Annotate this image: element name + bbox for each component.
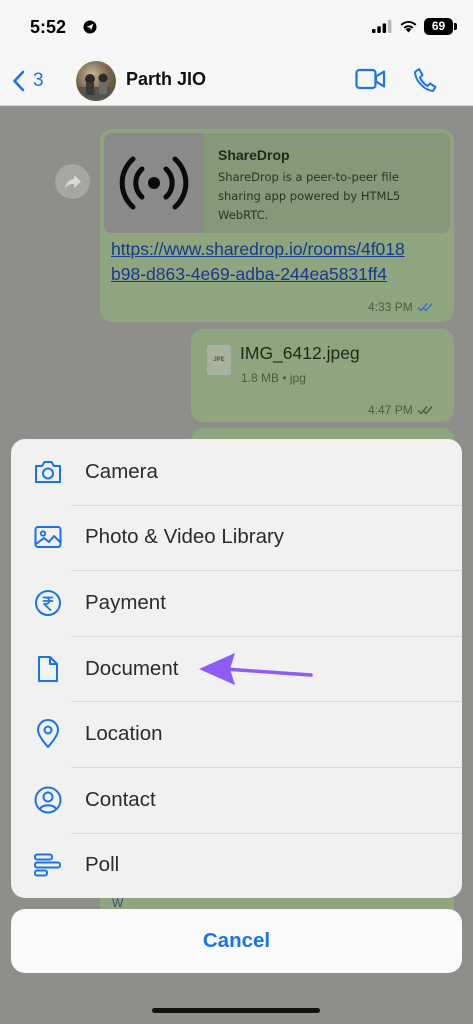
back-button[interactable]: 3 xyxy=(12,66,44,96)
status-time: 5:52 xyxy=(30,17,67,37)
video-call-icon[interactable] xyxy=(355,68,386,90)
link-message-bubble[interactable]: ShareDrop ShareDrop is a peer-to-peer fi… xyxy=(100,129,454,322)
status-bar: 5:52 69 xyxy=(0,0,473,58)
cancel-button[interactable]: Cancel xyxy=(11,909,462,973)
contact-icon xyxy=(32,784,64,816)
message-timestamp: 4:33 PM xyxy=(368,300,434,314)
link-preview-thumbnail xyxy=(104,133,204,233)
sheet-item-label: Camera xyxy=(85,459,158,483)
photo-library-icon xyxy=(32,521,64,553)
sheet-item-label: Photo & Video Library xyxy=(85,525,285,549)
message-link[interactable]: https://www.sharedrop.io/rooms/4f018b98-… xyxy=(111,237,411,287)
location-services-icon xyxy=(83,20,97,34)
avatar-photo-icon xyxy=(76,73,116,101)
sheet-item-photo-video-library[interactable]: Photo & Video Library xyxy=(11,504,462,571)
sheet-item-payment[interactable]: Payment xyxy=(11,570,462,636)
sheet-item-camera[interactable]: Camera xyxy=(11,439,462,505)
message-timestamp: 4:47 PM xyxy=(368,403,434,417)
sheet-item-label: Poll xyxy=(85,853,120,877)
home-indicator xyxy=(152,1008,320,1013)
contact-name[interactable]: Parth JIO xyxy=(126,69,206,90)
wifi-icon xyxy=(400,20,417,33)
phone-icon[interactable] xyxy=(413,67,437,93)
sheet-item-contact[interactable]: Contact xyxy=(11,766,462,833)
camera-icon xyxy=(32,456,64,488)
message-time: 4:47 PM xyxy=(368,403,413,417)
sheet-item-poll[interactable]: Poll xyxy=(11,832,462,898)
link-preview-title: ShareDrop xyxy=(218,147,290,163)
message-time: 4:33 PM xyxy=(368,300,413,314)
file-jpeg-icon: JPE xyxy=(207,345,231,375)
link-preview-card[interactable]: ShareDrop ShareDrop is a peer-to-peer fi… xyxy=(104,133,450,233)
partial-message-text: W xyxy=(112,896,124,910)
chevron-left-icon xyxy=(13,70,25,92)
rupee-icon xyxy=(32,587,64,619)
sheet-item-label: Contact xyxy=(85,787,156,811)
sheet-item-label: Location xyxy=(85,722,163,746)
avatar[interactable] xyxy=(76,61,116,101)
cellular-signal-icon xyxy=(372,20,392,33)
chat-header: 3 Parth JIO xyxy=(0,58,473,106)
file-name: IMG_6412.jpeg xyxy=(240,343,360,363)
forward-button[interactable] xyxy=(55,164,90,199)
poll-icon xyxy=(32,849,64,881)
read-receipt-icon xyxy=(417,406,433,415)
annotation-arrow-icon xyxy=(199,653,313,685)
battery-nub xyxy=(454,23,457,30)
read-receipt-icon xyxy=(417,303,433,312)
location-pin-icon xyxy=(32,718,64,750)
unread-count: 3 xyxy=(33,70,44,91)
link-preview-description: ShareDrop is a peer-to-peer file sharing… xyxy=(218,170,401,222)
sheet-item-label: Payment xyxy=(85,590,166,614)
forward-arrow-icon xyxy=(64,174,81,189)
document-icon xyxy=(32,653,64,685)
file-message-bubble[interactable]: JPE IMG_6412.jpeg 1.8 MB • jpg 4:47 PM xyxy=(191,329,454,422)
sheet-item-location[interactable]: Location xyxy=(11,701,462,767)
battery-level: 69 xyxy=(424,18,453,35)
broadcast-signal-icon xyxy=(119,156,189,210)
file-meta: 1.8 MB • jpg xyxy=(241,371,306,385)
sheet-item-label: Document xyxy=(85,656,179,680)
